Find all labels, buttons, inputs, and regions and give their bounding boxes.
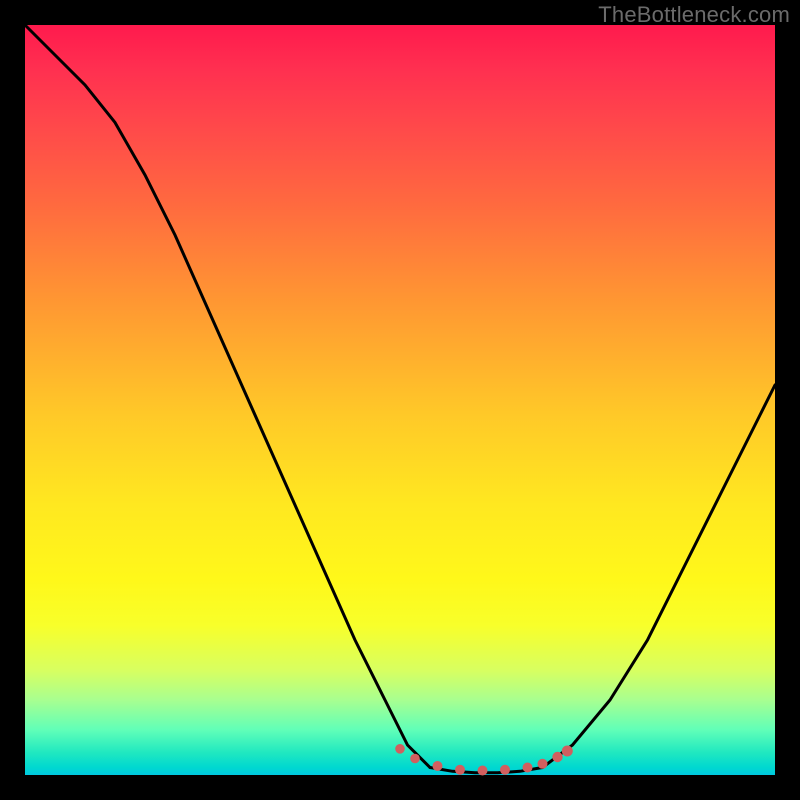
- valley-dot: [523, 763, 533, 773]
- valley-dot: [395, 744, 405, 754]
- valley-dot: [538, 759, 548, 769]
- chart-frame: TheBottleneck.com: [0, 0, 800, 800]
- watermark-text: TheBottleneck.com: [598, 2, 790, 28]
- curve-left-branch: [25, 25, 430, 768]
- valley-dot: [562, 746, 573, 757]
- valley-dot: [410, 754, 420, 764]
- valley-dot: [552, 752, 562, 762]
- chart-svg: [25, 25, 775, 775]
- valley-dot: [455, 765, 465, 775]
- valley-dot: [433, 761, 443, 771]
- valley-dot: [478, 766, 488, 776]
- curve-right-branch: [543, 385, 776, 768]
- valley-dot: [500, 765, 510, 775]
